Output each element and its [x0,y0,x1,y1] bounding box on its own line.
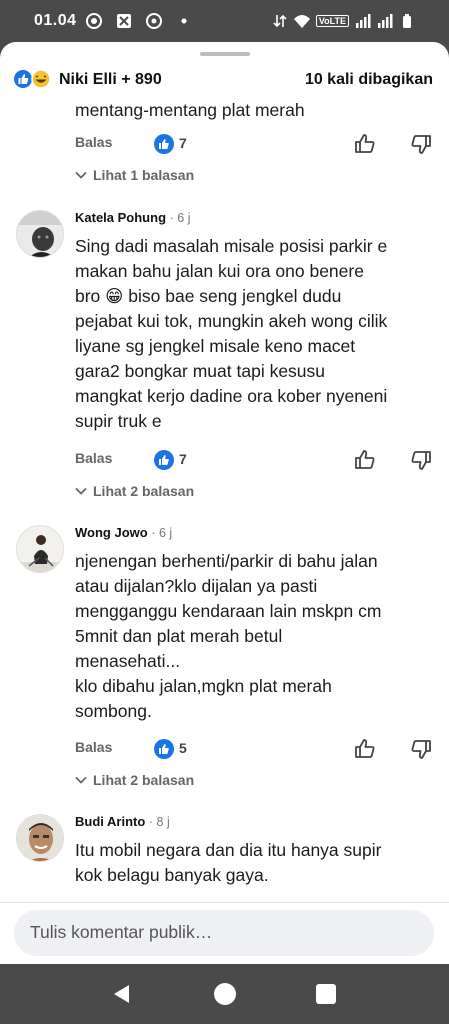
comment-actions: Balas 7 [75,448,435,472]
comment-line: atau dijalan?klo dijalan ya pasti [75,576,318,596]
comment-author[interactable]: Wong Jowo · 6 j [75,525,172,540]
home-icon[interactable] [214,983,236,1005]
view-replies-link[interactable]: Lihat 2 balasan [75,772,194,788]
comments-sheet: Niki Elli + 890 10 kali dibagikan mentan… [0,42,449,964]
comment-actions: Balas 7 [75,132,435,156]
screen-record-icon [117,14,131,28]
chrome-icon [146,13,162,29]
notification-icons [86,13,192,29]
system-nav-bar [0,964,449,1024]
comment-line: sombong. [75,701,152,721]
comment-actions: Balas 5 [75,737,435,761]
author-name: Katela Pohung [75,210,167,225]
view-replies-label: Lihat 2 balasan [93,483,195,499]
reaction-icons[interactable] [13,69,53,89]
signal-icon [356,14,371,28]
comment-line: klo dibahu jalan,mgkn plat merah [75,676,332,696]
drag-handle[interactable] [200,52,250,56]
composer-divider [0,902,449,903]
view-replies-link[interactable]: Lihat 1 balasan [75,167,194,183]
comment-composer[interactable]: Tulis komentar publik… [14,910,434,956]
avatar-image [17,815,63,861]
chevron-down-icon [75,487,87,495]
focus-icon [86,13,102,29]
avatar-image [17,526,63,572]
thumbs-down-icon[interactable] [409,132,433,156]
thumbs-down-icon[interactable] [409,448,433,472]
comment-line: Itu mobil negara dan dia itu hanya supir [75,840,382,860]
volte-badge: VoLTE [315,15,349,27]
view-replies-label: Lihat 2 balasan [93,772,195,788]
battery-icon [403,14,411,28]
like-count: 7 [179,451,187,467]
comment-time: · 8 j [148,815,170,829]
status-time: 01.04 [34,12,77,29]
comment-line: gara2 bongkar muat tapi kesusu [75,361,326,381]
comment-line: mengganggu kendaraan lain mskpn cm [75,601,382,621]
like-icon [154,134,174,154]
view-replies-link[interactable]: Lihat 2 balasan [75,483,194,499]
avatar-image [17,211,63,257]
comment-line: mangkat kerjo dadine ora kober nyeneni [75,386,388,406]
comment-line: njenengan berhenti/parkir di bahu jalan [75,551,378,571]
reply-button[interactable]: Balas [75,134,112,150]
data-transfer-icon [273,14,287,28]
like-count: 5 [179,740,187,756]
comment-line: kok belagu banyak gaya. [75,865,269,885]
status-bar: 01.04 VoLTE [0,0,449,44]
author-name: Wong Jowo [75,525,148,540]
comment-input-placeholder[interactable]: Tulis komentar publik… [30,922,212,943]
avatar[interactable] [16,210,64,258]
avatar[interactable] [16,525,64,573]
view-replies-label: Lihat 1 balasan [93,167,195,183]
like-count: 7 [179,135,187,151]
author-name: Budi Arinto [75,814,146,829]
recents-icon[interactable] [316,984,336,1004]
like-icon [14,70,32,88]
comment-time: · 6 j [169,211,191,225]
like-icon [154,739,174,759]
comment-time: · 6 j [151,526,173,540]
back-icon[interactable] [111,983,133,1005]
like-icon [154,450,174,470]
comment-author[interactable]: Katela Pohung · 6 j [75,210,190,225]
comment-line: liyane sg jengkel misale keno macet [75,336,356,356]
comment-line: mentang-mentang plat merah [75,100,305,120]
avatar[interactable] [16,814,64,862]
reply-button[interactable]: Balas [75,450,112,466]
comment-line: supir truk e [75,411,162,431]
chevron-down-icon [75,776,87,784]
chevron-down-icon [75,171,87,179]
comment-line: pejabat kui tok, mungkin akeh wong cilik [75,311,388,331]
comment-line: Sing dadi masalah misale posisi parkir e [75,236,388,256]
system-icons: VoLTE [272,13,415,29]
comment-line: bro 😁 biso bae seng jengkel dudu [75,286,342,306]
comment-line: menasehati... [75,651,181,671]
share-count[interactable]: 10 kali dibagikan [305,71,433,89]
thumbs-up-icon[interactable] [353,448,377,472]
comment-author[interactable]: Budi Arinto · 8 j [75,814,170,829]
reply-button[interactable]: Balas [75,739,112,755]
thumbs-down-icon[interactable] [409,737,433,761]
signal-icon [378,14,393,28]
comment-line: 5mnit dan plat merah betul [75,626,283,646]
wifi-icon [293,15,310,28]
haha-icon [31,69,51,89]
reactor-names[interactable]: Niki Elli + 890 [59,71,162,89]
reactions-header: Niki Elli + 890 10 kali dibagikan [0,64,449,96]
thumbs-up-icon[interactable] [353,737,377,761]
comment-line: makan bahu jalan kui ora ono benere [75,261,364,281]
thumbs-up-icon[interactable] [353,132,377,156]
dot-icon [181,18,187,24]
